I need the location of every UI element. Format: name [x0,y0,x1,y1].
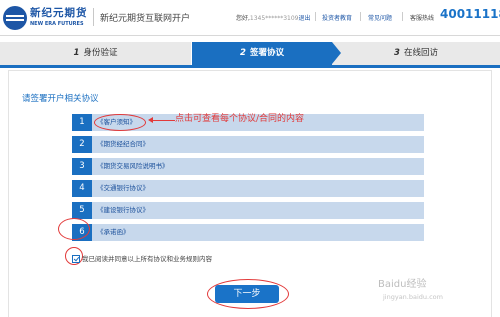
investor-education-link[interactable]: 投资者教育 [322,13,352,22]
header-divider [402,12,403,21]
section-title: 请签署开户相关协议 [22,94,99,104]
user-greeting: 您好,1345******3109退出 [236,13,310,22]
document-link[interactable]: 《承诺函》 [97,224,130,241]
agree-checkbox[interactable] [72,255,80,263]
watermark: Baidu经验 [378,279,427,290]
step-number: 1 [73,48,80,58]
document-link[interactable]: 《期货经纪合同》 [97,136,149,153]
masked-account: 1345******3109 [249,15,299,22]
header-divider [93,8,94,26]
document-number: 4 [72,180,92,197]
document-link[interactable]: 《期货交易风险说明书》 [97,158,169,175]
agree-label: 我已阅读并同意以上所有协议和业务规则内容 [82,255,212,263]
hotline-number: 4001111855 [440,7,500,21]
step-identity-verification: 1 身份验证 [0,42,192,65]
step-label: 签署协议 [249,48,284,58]
document-number: 3 [72,158,92,175]
steps-underline [0,65,500,68]
header-divider [315,12,316,21]
logo-chinese-name: 新纪元期货 [30,7,88,19]
step-online-callback: 3 在线回访 [332,42,500,65]
step-sign-agreements: 2 签署协议 [192,42,332,65]
hotline-label: 客服热线 [410,15,435,22]
top-header: 新纪元期货 NEW ERA FUTURES 新纪元期货互联网开户 您好,1345… [0,0,500,36]
agree-checkbox-row[interactable]: 我已阅读并同意以上所有协议和业务规则内容 [72,253,212,263]
document-number: 1 [72,114,92,131]
document-row[interactable]: 4 《交通银行协议》 [72,180,424,197]
document-link[interactable]: 《交通银行协议》 [97,180,149,197]
annotation-circle [58,218,90,240]
next-step-button[interactable]: 下一步 [215,285,279,303]
step-number: 3 [394,48,400,58]
document-number: 5 [72,202,92,219]
annotation-arrow-icon [148,117,175,123]
document-row[interactable]: 6 《承诺函》 [72,224,424,241]
faq-link[interactable]: 常见问题 [368,13,392,22]
logo-english-name: NEW ERA FUTURES [30,21,84,27]
logo-emblem-icon [3,6,27,30]
document-row[interactable]: 3 《期货交易风险说明书》 [72,158,424,175]
step-label: 在线回访 [403,48,438,58]
greeting-label: 您好, [236,15,250,22]
active-step-arrow-icon [332,42,341,64]
document-row[interactable]: 5 《建设银行协议》 [72,202,424,219]
site-title: 新纪元期货互联网开户 [100,14,191,24]
annotation-text: 点击可查看每个协议/合同的内容 [175,114,305,124]
document-number: 2 [72,136,92,153]
watermark-url: jingyan.baidu.com [383,293,443,301]
document-link[interactable]: 《建设银行协议》 [97,202,149,219]
logout-link[interactable]: 退出 [298,15,310,22]
step-label: 身份验证 [83,48,118,58]
document-row[interactable]: 2 《期货经纪合同》 [72,136,424,153]
step-number: 2 [240,48,246,58]
company-logo[interactable]: 新纪元期货 NEW ERA FUTURES [3,4,89,32]
header-divider [360,12,361,21]
annotation-circle [94,114,146,131]
progress-steps: 1 身份验证 2 签署协议 3 在线回访 [0,42,500,65]
